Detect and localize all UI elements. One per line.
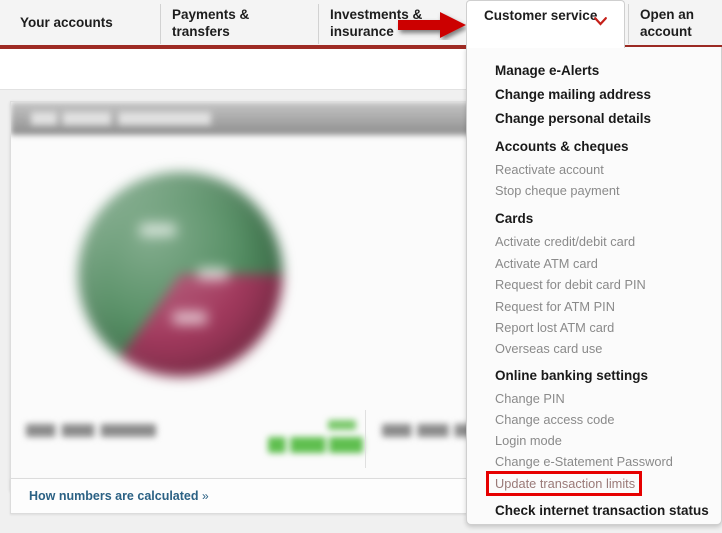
pie-slice-label-redacted [140, 224, 176, 236]
menu-item-update-transaction-limits[interactable]: Update transaction limits [495, 476, 635, 491]
menu-item-login-mode[interactable]: Login mode [495, 433, 562, 448]
menu-item-cards[interactable]: Cards [495, 211, 533, 226]
nav-tab-payments-transfers[interactable]: Payments & transfers [172, 0, 302, 46]
chevron-down-icon [594, 17, 607, 26]
nav-tab-customer-service-line2: service [550, 8, 598, 23]
total-amount-redacted [268, 437, 363, 453]
pie-slice-label-redacted [198, 268, 228, 280]
double-chevron-right-icon: » [202, 489, 209, 503]
nav-tab-payments-line2: transfers [172, 24, 230, 39]
tab-divider [318, 4, 319, 44]
menu-item-activate-atm-card[interactable]: Activate ATM card [495, 256, 598, 271]
nav-tab-customer-service-line1: Customer [484, 8, 548, 23]
menu-item-accounts-cheques[interactable]: Accounts & cheques [495, 139, 629, 154]
menu-item-overseas-card-use[interactable]: Overseas card use [495, 341, 602, 356]
column-separator [365, 410, 366, 468]
menu-item-change-e-statement-password[interactable]: Change e-Statement Password [495, 454, 673, 469]
menu-item-check-internet-transaction-status[interactable]: Check internet transaction status [495, 503, 709, 518]
total-sub-amount-redacted [328, 420, 356, 430]
card-header-title-redacted [31, 112, 211, 125]
pie-slice-label-redacted [173, 312, 207, 324]
pie-chart-graphic [78, 172, 283, 377]
nav-tab-open-account-line2: account [640, 24, 692, 39]
menu-item-request-for-debit-card-pin[interactable]: Request for debit card PIN [495, 277, 646, 292]
menu-item-change-mailing-address[interactable]: Change mailing address [495, 87, 651, 102]
nav-tab-open-account-line1: Open an [640, 7, 695, 22]
menu-item-change-personal-details[interactable]: Change personal details [495, 111, 651, 126]
nav-tab-customer-service[interactable]: Customer service [466, 0, 625, 48]
nav-tab-open-an-account[interactable]: Open an account [640, 0, 722, 46]
browser-page: How numbers are calculated » Your accoun… [0, 0, 722, 533]
menu-item-activate-credit-debit-card[interactable]: Activate credit/debit card [495, 234, 635, 249]
menu-item-reactivate-account[interactable]: Reactivate account [495, 162, 604, 177]
nav-tab-your-accounts-label: Your accounts [20, 15, 113, 30]
total-label-redacted [26, 424, 156, 437]
pie-chart [78, 172, 283, 377]
menu-item-manage-e-alerts[interactable]: Manage e-Alerts [495, 63, 599, 78]
menu-item-change-pin[interactable]: Change PIN [495, 391, 565, 406]
how-numbers-are-calculated-link[interactable]: How numbers are calculated » [29, 489, 209, 503]
how-numbers-are-calculated-label: How numbers are calculated [29, 489, 199, 503]
tab-divider [160, 4, 161, 44]
tab-divider [628, 4, 629, 44]
menu-item-stop-cheque-payment[interactable]: Stop cheque payment [495, 183, 620, 198]
nav-tab-payments-line1: Payments & [172, 7, 250, 22]
menu-item-change-access-code[interactable]: Change access code [495, 412, 615, 427]
nav-tab-your-accounts[interactable]: Your accounts [20, 0, 150, 46]
menu-item-report-lost-atm-card[interactable]: Report lost ATM card [495, 320, 614, 335]
menu-item-online-banking-settings[interactable]: Online banking settings [495, 368, 648, 383]
customer-service-dropdown-menu: Manage e-Alerts Change mailing address Cha… [466, 47, 722, 525]
red-arrow-icon [396, 10, 472, 40]
menu-item-request-for-atm-pin[interactable]: Request for ATM PIN [495, 299, 615, 314]
nav-tab-customer-service-labels: Customer service [484, 7, 597, 24]
